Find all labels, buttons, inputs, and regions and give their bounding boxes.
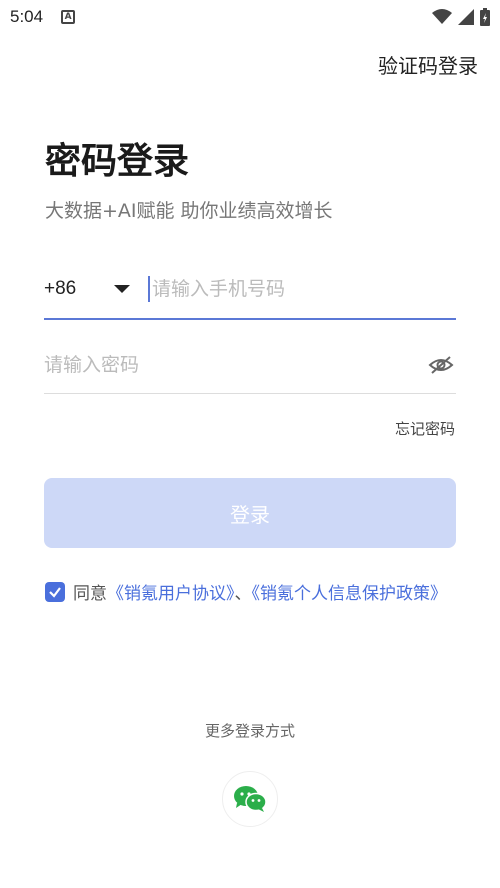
password-input[interactable] [44, 353, 428, 376]
wechat-login-button[interactable] [222, 771, 278, 827]
password-field [44, 336, 456, 394]
wechat-icon [234, 786, 267, 812]
agreement-checkbox[interactable] [45, 582, 65, 602]
chevron-down-icon[interactable] [114, 285, 130, 293]
signal-icon [458, 9, 474, 25]
agreement-text: 同意《销氪用户协议》、《销氪个人信息保护政策》 [73, 580, 447, 608]
page-subtitle: 大数据+AI赋能 助你业绩高效增长 [45, 200, 333, 222]
text-cursor [148, 276, 150, 302]
checkmark-icon [49, 587, 61, 598]
phone-field: +86 [44, 260, 456, 320]
status-bar: 5:04 A [0, 0, 500, 34]
agreement-row: 同意《销氪用户协议》、《销氪个人信息保护政策》 [45, 580, 457, 608]
status-icons [432, 8, 490, 26]
page-title: 密码登录 [45, 141, 190, 182]
login-button[interactable]: 登录 [44, 478, 456, 548]
country-code[interactable]: +86 [44, 278, 104, 300]
agreement-prefix: 同意 [73, 584, 107, 604]
phone-input[interactable] [152, 278, 456, 300]
agreement-separator: 、 [234, 584, 252, 604]
notification-icon: A [61, 10, 76, 24]
wifi-icon [432, 9, 452, 24]
battery-icon [480, 8, 490, 26]
sms-login-link[interactable]: 验证码登录 [378, 50, 478, 79]
eye-off-icon[interactable] [428, 352, 454, 378]
forgot-password-link[interactable]: 忘记密码 [395, 418, 455, 439]
more-login-label: 更多登录方式 [204, 722, 295, 740]
user-agreement-link[interactable]: 《销氪用户协议》 [107, 584, 235, 604]
privacy-policy-link[interactable]: 《销氪个人信息保护政策》 [252, 584, 448, 604]
status-time: 5:04 [10, 7, 44, 26]
